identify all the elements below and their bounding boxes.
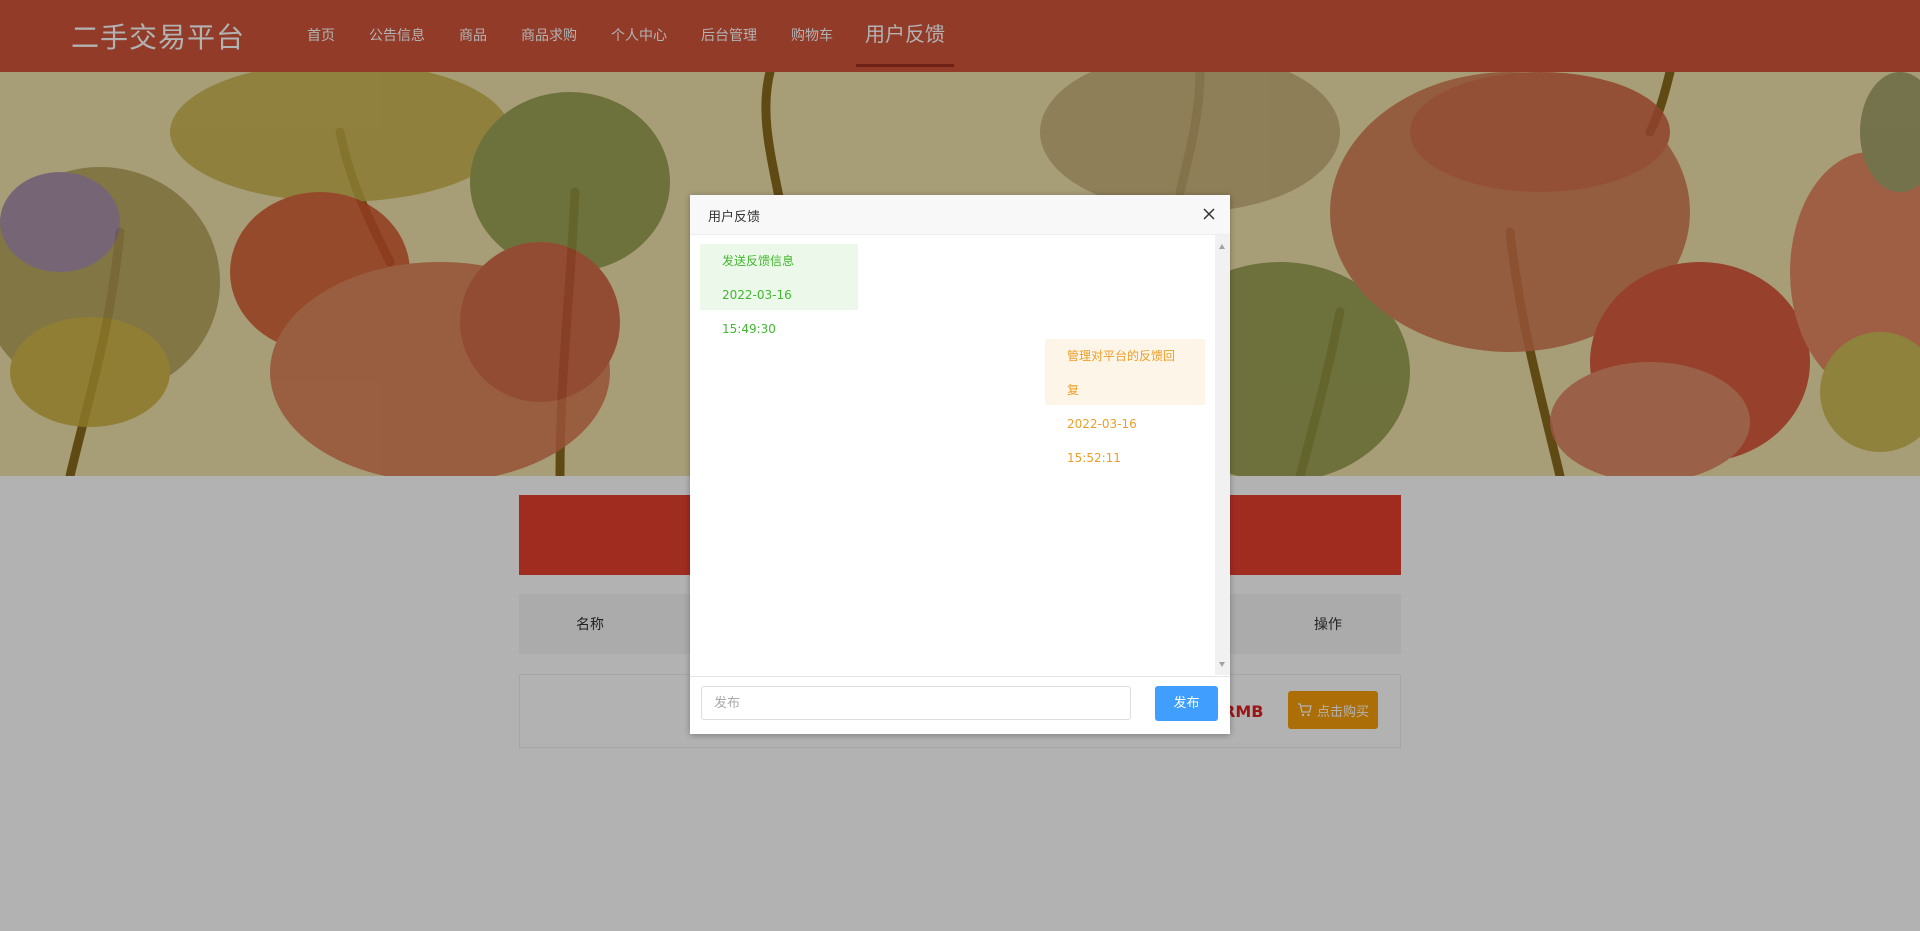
message-list: 发送反馈信息 2022-03-16 15:49:30 管理对平台的反馈回复 20… [690,235,1215,675]
message-admin: 管理对平台的反馈回复 2022-03-16 15:52:11 [1045,339,1205,465]
message-user: 发送反馈信息 2022-03-16 15:49:30 [700,244,858,336]
feedback-input[interactable] [701,686,1131,720]
send-button[interactable]: 发布 [1155,686,1218,721]
message-text: 发送反馈信息 [722,254,795,268]
dialog-title: 用户反馈 [708,210,761,225]
dialog-footer: 发布 [690,676,1230,735]
feedback-dialog: 用户反馈 发送反馈信息 2022-03-16 15:49:30 管理对平台的反馈… [690,195,1230,734]
dialog-titlebar: 用户反馈 [690,195,1230,235]
message-time: 2022-03-16 15:49:30 [722,288,792,336]
close-icon[interactable] [1200,205,1218,223]
message-scrollbar[interactable] [1215,235,1230,675]
scroll-down-arrow-icon[interactable] [1219,662,1225,667]
message-text: 管理对平台的反馈回复 [1067,349,1176,397]
message-time: 2022-03-16 15:52:11 [1067,417,1137,465]
scroll-up-arrow-icon[interactable] [1219,244,1225,249]
